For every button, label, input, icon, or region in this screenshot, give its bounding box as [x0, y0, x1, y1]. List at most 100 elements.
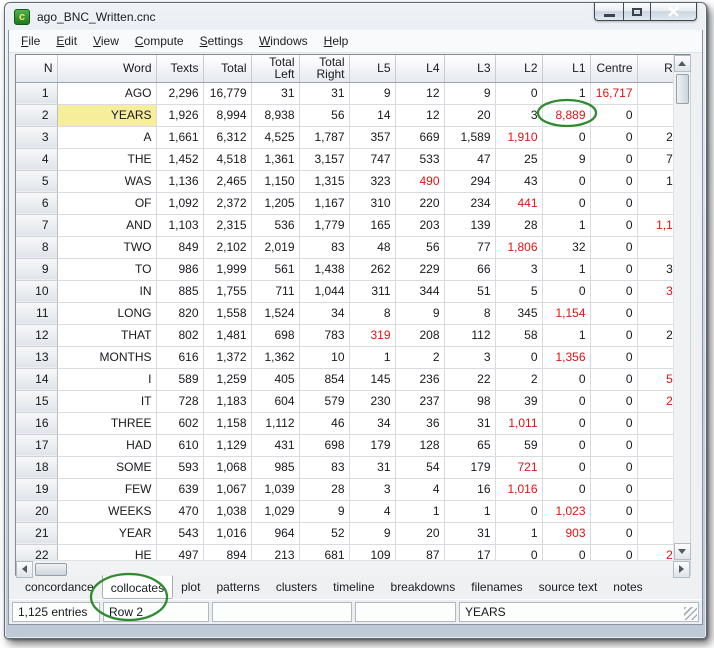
value-cell[interactable]: 3: [495, 258, 542, 280]
value-cell[interactable]: 230: [349, 390, 395, 412]
value-cell[interactable]: 1: [542, 214, 590, 236]
menu-file[interactable]: File: [13, 31, 48, 51]
word-cell[interactable]: SOME: [57, 456, 156, 478]
word-cell[interactable]: FEW: [57, 478, 156, 500]
row-number[interactable]: 4: [16, 148, 57, 170]
value-cell[interactable]: 220: [395, 192, 444, 214]
value-cell[interactable]: 43: [495, 170, 542, 192]
value-cell[interactable]: 1,023: [542, 500, 590, 522]
value-cell[interactable]: 1,029: [251, 500, 299, 522]
value-cell[interactable]: 31: [444, 412, 495, 434]
value-cell[interactable]: 14: [349, 104, 395, 126]
menu-edit[interactable]: Edit: [48, 31, 85, 51]
value-cell[interactable]: 3,157: [299, 148, 349, 170]
value-cell[interactable]: 139: [444, 214, 495, 236]
value-cell[interactable]: 22: [444, 368, 495, 390]
value-cell[interactable]: 1,039: [251, 478, 299, 500]
value-cell[interactable]: 1,183: [203, 390, 251, 412]
value-cell[interactable]: 854: [299, 368, 349, 390]
value-cell[interactable]: 31: [251, 82, 299, 104]
word-cell[interactable]: AND: [57, 214, 156, 236]
value-cell[interactable]: 593: [156, 456, 203, 478]
value-cell[interactable]: 28: [495, 214, 542, 236]
value-cell[interactable]: 34: [299, 302, 349, 324]
resize-grip[interactable]: [684, 607, 697, 620]
value-cell[interactable]: 0: [495, 346, 542, 368]
value-cell[interactable]: 52: [299, 522, 349, 544]
value-cell[interactable]: 1,044: [299, 280, 349, 302]
value-cell[interactable]: 9: [349, 522, 395, 544]
value-cell[interactable]: 1: [542, 82, 590, 104]
value-cell[interactable]: 0: [542, 280, 590, 302]
value-cell[interactable]: 48: [349, 236, 395, 258]
vertical-scrollbar-thumb[interactable]: [676, 74, 689, 104]
value-cell[interactable]: 65: [444, 434, 495, 456]
value-cell[interactable]: 589: [156, 368, 203, 390]
value-cell[interactable]: 0: [590, 170, 637, 192]
column-header-texts[interactable]: Texts: [156, 55, 203, 82]
value-cell[interactable]: 237: [395, 390, 444, 412]
value-cell[interactable]: 0: [542, 456, 590, 478]
value-cell[interactable]: 533: [395, 148, 444, 170]
value-cell[interactable]: 1,589: [444, 126, 495, 148]
value-cell[interactable]: [637, 500, 673, 522]
word-cell[interactable]: HE: [57, 544, 156, 560]
value-cell[interactable]: 1,112: [251, 412, 299, 434]
value-cell[interactable]: 0: [590, 324, 637, 346]
column-header-l5[interactable]: L5: [349, 55, 395, 82]
value-cell[interactable]: 3: [444, 346, 495, 368]
value-cell[interactable]: 783: [299, 324, 349, 346]
value-cell[interactable]: 1,661: [156, 126, 203, 148]
value-cell[interactable]: 1,259: [203, 368, 251, 390]
value-cell[interactable]: 610: [156, 434, 203, 456]
value-cell[interactable]: 128: [395, 434, 444, 456]
value-cell[interactable]: 1: [495, 522, 542, 544]
value-cell[interactable]: 165: [349, 214, 395, 236]
row-number[interactable]: 5: [16, 170, 57, 192]
value-cell[interactable]: 56: [395, 236, 444, 258]
word-cell[interactable]: THAT: [57, 324, 156, 346]
value-cell[interactable]: 579: [299, 390, 349, 412]
value-cell[interactable]: 8,889: [542, 104, 590, 126]
value-cell[interactable]: 344: [395, 280, 444, 302]
tab-filenames[interactable]: filenames: [463, 576, 530, 599]
value-cell[interactable]: 9: [395, 302, 444, 324]
scroll-down-button[interactable]: [674, 543, 691, 560]
value-cell[interactable]: 12: [395, 104, 444, 126]
value-cell[interactable]: 8,994: [203, 104, 251, 126]
value-cell[interactable]: 1,016: [495, 478, 542, 500]
column-header-total-right[interactable]: TotalRight: [299, 55, 349, 82]
value-cell[interactable]: 0: [542, 126, 590, 148]
value-cell[interactable]: 711: [251, 280, 299, 302]
value-cell[interactable]: 25: [495, 148, 542, 170]
value-cell[interactable]: 262: [349, 258, 395, 280]
value-cell[interactable]: 1,361: [251, 148, 299, 170]
value-cell[interactable]: 9: [349, 82, 395, 104]
value-cell[interactable]: 849: [156, 236, 203, 258]
value-cell[interactable]: 0: [590, 412, 637, 434]
value-cell[interactable]: 0: [590, 456, 637, 478]
row-number[interactable]: 7: [16, 214, 57, 236]
value-cell[interactable]: 83: [299, 236, 349, 258]
word-cell[interactable]: THREE: [57, 412, 156, 434]
value-cell[interactable]: 0: [542, 434, 590, 456]
scroll-left-button[interactable]: [16, 561, 33, 578]
value-cell[interactable]: 34: [349, 412, 395, 434]
tab-plot[interactable]: plot: [173, 576, 208, 599]
value-cell[interactable]: 109: [349, 544, 395, 560]
value-cell[interactable]: 2: [637, 456, 673, 478]
value-cell[interactable]: 2,296: [156, 82, 203, 104]
value-cell[interactable]: 6,312: [203, 126, 251, 148]
value-cell[interactable]: 8,938: [251, 104, 299, 126]
row-number[interactable]: 10: [16, 280, 57, 302]
value-cell[interactable]: 0: [590, 148, 637, 170]
row-number[interactable]: 2: [16, 104, 57, 126]
value-cell[interactable]: 36: [395, 412, 444, 434]
horizontal-scrollbar-thumb[interactable]: [35, 563, 67, 576]
value-cell[interactable]: [637, 104, 673, 126]
value-cell[interactable]: 87: [395, 544, 444, 560]
value-cell[interactable]: 0: [590, 280, 637, 302]
value-cell[interactable]: 1,362: [251, 346, 299, 368]
row-number[interactable]: 1: [16, 82, 57, 104]
value-cell[interactable]: 4: [395, 478, 444, 500]
